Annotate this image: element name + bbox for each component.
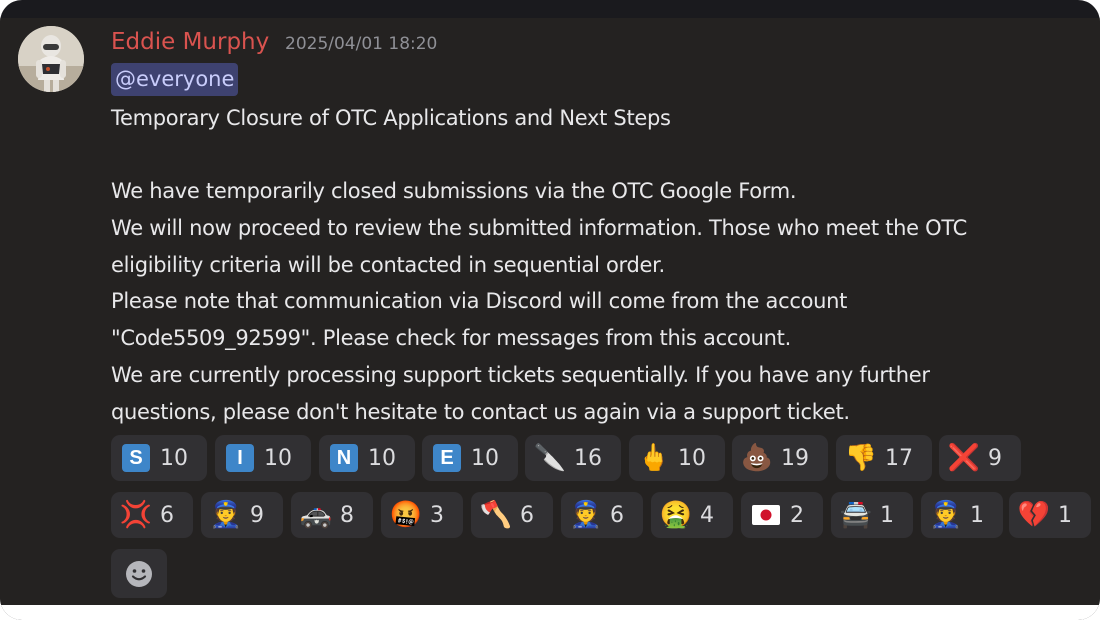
message-line: Please note that communication via Disco… — [111, 289, 848, 314]
reaction-count: 9 — [988, 445, 1002, 471]
reaction-count: 6 — [160, 502, 174, 528]
reaction-count: 4 — [700, 502, 714, 528]
reaction-oncoming-police-car[interactable]: 🚔 1 — [831, 492, 913, 538]
reaction-count: 3 — [430, 502, 444, 528]
japan-flag-icon — [751, 500, 781, 530]
message-content: Temporary Closure of OTC Applications an… — [111, 100, 1071, 430]
reaction-police-car[interactable]: 🚓 8 — [291, 492, 373, 538]
author-name[interactable]: Eddie Murphy — [111, 28, 269, 56]
reaction-regional-indicator-e[interactable]: E 10 — [422, 435, 518, 481]
message-line: We have temporarily closed submissions v… — [111, 179, 797, 204]
anger-symbol-icon: 💢 — [119, 500, 153, 530]
reaction-count: 10 — [678, 445, 706, 471]
reaction-count: 10 — [368, 445, 396, 471]
message-line: "Code5509_92599". Please check for messa… — [111, 326, 791, 351]
reaction-pile-of-poo[interactable]: 💩 19 — [732, 435, 828, 481]
smiley-icon — [126, 560, 152, 587]
reaction-knife[interactable]: 🔪 16 — [525, 435, 621, 481]
reaction-cross-mark[interactable]: ❌ 9 — [939, 435, 1021, 481]
message-panel: Eddie Murphy 2025/04/01 18:20 @everyone … — [0, 18, 1100, 605]
cross-mark-icon: ❌ — [947, 443, 981, 473]
discord-window: Eddie Murphy 2025/04/01 18:20 @everyone … — [0, 0, 1100, 620]
oncoming-police-car-icon: 🚔 — [839, 500, 873, 530]
reaction-count: 1 — [880, 502, 894, 528]
reaction-police-officer[interactable]: 👮 1 — [921, 492, 1003, 538]
reaction-count: 19 — [781, 445, 809, 471]
avatar[interactable] — [18, 26, 84, 92]
regional-indicator-e-icon: E — [432, 443, 462, 473]
axe-icon: 🪓 — [479, 500, 513, 530]
knife-icon: 🔪 — [533, 443, 567, 473]
reaction-middle-finger[interactable]: 🖕 10 — [629, 435, 725, 481]
reaction-vomiting-face[interactable]: 🤮 4 — [651, 492, 733, 538]
message-line: eligibility criteria will be contacted i… — [111, 252, 665, 277]
message-line: We are currently processing support tick… — [111, 362, 930, 387]
regional-indicator-n-icon: N — [329, 443, 359, 473]
middle-finger-icon: 🖕 — [637, 443, 671, 473]
message-line: questions, please don't hesitate to cont… — [111, 399, 850, 424]
reaction-thumbs-down[interactable]: 👎 17 — [836, 435, 932, 481]
police-car-icon: 🚓 — [299, 500, 333, 530]
regional-indicator-i-icon: I — [225, 443, 255, 473]
reaction-woman-police-officer[interactable]: 👮 6 — [561, 492, 643, 538]
reaction-anger-symbol[interactable]: 💢 6 — [111, 492, 193, 538]
message-title-line: Temporary Closure of OTC Applications an… — [111, 106, 671, 130]
swearing-face-icon: 🤬 — [389, 500, 423, 530]
reaction-regional-indicator-n[interactable]: N 10 — [319, 435, 415, 481]
thumbs-down-icon: 👎 — [844, 443, 878, 473]
reaction-broken-heart[interactable]: 💔 1 — [1009, 492, 1091, 538]
broken-heart-icon: 💔 — [1017, 500, 1051, 530]
police-officer-icon: 👮 — [929, 500, 963, 530]
reaction-swearing-face[interactable]: 🤬 3 — [381, 492, 463, 538]
reaction-count: 2 — [790, 502, 804, 528]
woman-police-officer-icon: 👮 — [569, 500, 603, 530]
reaction-count: 6 — [610, 502, 624, 528]
reaction-regional-indicator-s[interactable]: S 10 — [111, 435, 207, 481]
reaction-count: 10 — [471, 445, 499, 471]
reaction-count: 17 — [885, 445, 913, 471]
regional-indicator-s-icon: S — [121, 443, 151, 473]
everyone-mention[interactable]: @everyone — [111, 63, 239, 96]
reaction-japan-flag[interactable]: 2 — [741, 492, 823, 538]
reaction-count: 10 — [264, 445, 292, 471]
reaction-police-officer[interactable]: 👮 9 — [201, 492, 283, 538]
reaction-regional-indicator-i[interactable]: I 10 — [215, 435, 311, 481]
reaction-count: 8 — [340, 502, 354, 528]
police-officer-icon: 👮 — [209, 500, 243, 530]
reaction-count: 6 — [520, 502, 534, 528]
vomiting-face-icon: 🤮 — [659, 500, 693, 530]
reaction-count: 16 — [574, 445, 602, 471]
message-line: We will now proceed to review the submit… — [111, 216, 968, 241]
add-reaction-button[interactable] — [111, 549, 167, 598]
reaction-count: 1 — [1058, 502, 1072, 528]
reaction-count: 10 — [160, 445, 188, 471]
reaction-count: 1 — [970, 502, 984, 528]
reaction-count: 9 — [250, 502, 264, 528]
bottom-border — [0, 605, 1100, 620]
pile-of-poo-icon: 💩 — [740, 443, 774, 473]
reaction-axe[interactable]: 🪓 6 — [471, 492, 553, 538]
message-timestamp: 2025/04/01 18:20 — [285, 34, 438, 54]
